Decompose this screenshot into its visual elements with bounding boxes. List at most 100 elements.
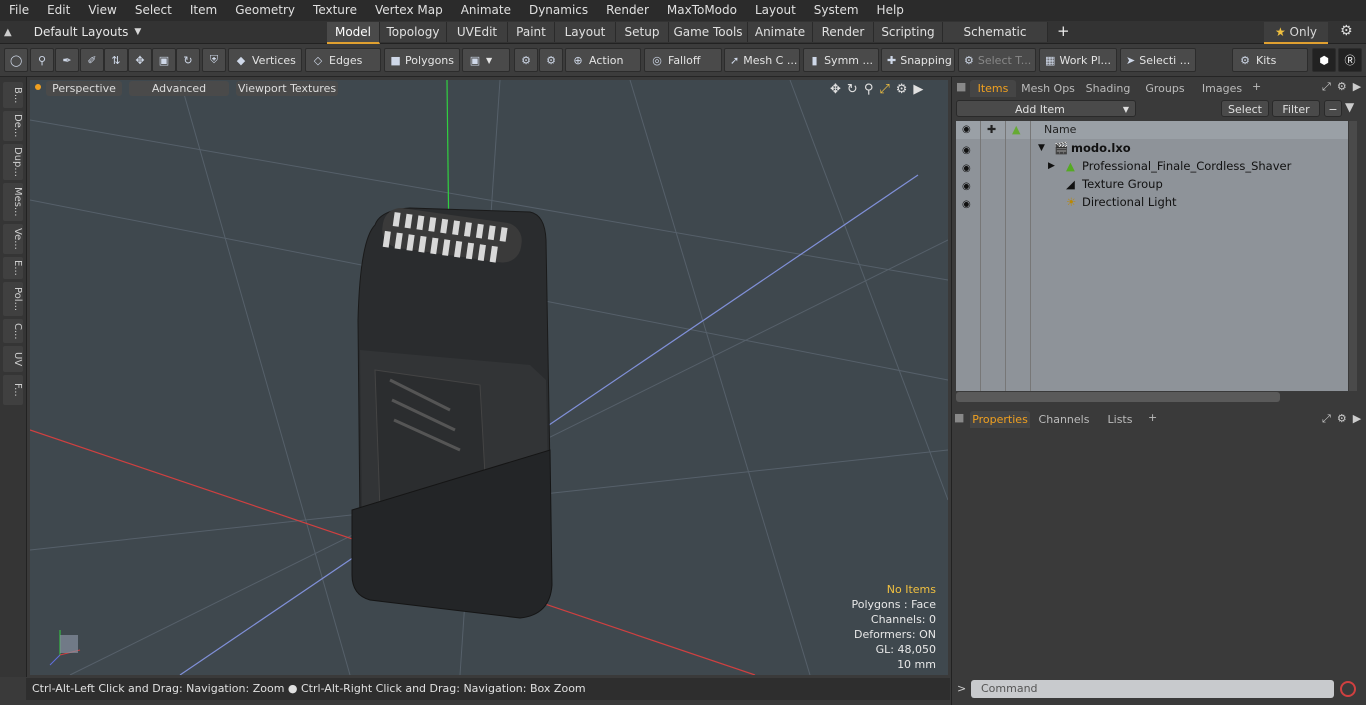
work-plane-button[interactable]: ▦ Work Pl...	[1039, 48, 1117, 72]
filter-button[interactable]: Filter	[1272, 100, 1320, 117]
left-tab-curve[interactable]: C...	[3, 319, 23, 343]
item-mode-button[interactable]: ▣ ▼	[462, 48, 510, 72]
tab-setup[interactable]: Setup	[616, 22, 669, 42]
element-icon[interactable]: ⚙	[539, 48, 563, 72]
viewport-expand-icon[interactable]: ▶	[913, 82, 923, 97]
shaver-model[interactable]	[351, 206, 553, 619]
symmetry-button[interactable]: ▮ Symm ...	[803, 48, 879, 72]
left-tab-polygon[interactable]: Pol...	[3, 282, 23, 316]
add-panel-tab-icon[interactable]: +	[1252, 80, 1261, 97]
falloff-button[interactable]: ◎ Falloff	[644, 48, 722, 72]
tab-model[interactable]: Model	[327, 22, 380, 44]
select-through-button[interactable]: ⚙ Select T...	[958, 48, 1036, 72]
items-vertical-scrollbar[interactable]	[1349, 121, 1357, 391]
menu-dynamics[interactable]: Dynamics	[520, 0, 597, 21]
menu-animate[interactable]: Animate	[452, 0, 520, 21]
tab-scripting[interactable]: Scripting	[874, 22, 943, 42]
menu-maxtomodo[interactable]: MaxToModo	[658, 0, 746, 21]
list-item[interactable]: ◉ ☀ Directional Light	[956, 193, 1348, 211]
3d-viewport[interactable]	[30, 80, 948, 675]
action-center-button[interactable]: ⊕ Action	[565, 48, 641, 72]
modo-cube-icon[interactable]: ⬢	[1312, 48, 1336, 72]
settings-gear-icon[interactable]: ⚙	[1340, 23, 1353, 39]
visibility-eye-icon[interactable]: ◉	[962, 142, 974, 156]
menu-texture[interactable]: Texture	[304, 0, 366, 21]
menu-layout[interactable]: Layout	[746, 0, 805, 21]
kits-button[interactable]: ⚙ Kits	[1232, 48, 1308, 72]
left-tab-vertex[interactable]: Ve...	[3, 224, 23, 254]
tab-images[interactable]: Images	[1194, 80, 1250, 97]
circle-select-icon[interactable]: ◯	[4, 48, 28, 72]
zoom-icon[interactable]: ⚲	[864, 82, 874, 97]
tab-animate[interactable]: Animate	[748, 22, 813, 42]
menu-select[interactable]: Select	[126, 0, 181, 21]
record-icon[interactable]	[1340, 681, 1356, 697]
collapse-arrow-icon[interactable]: ▼	[1038, 139, 1045, 157]
menu-edit[interactable]: Edit	[38, 0, 79, 21]
tab-schematic-fusion[interactable]: Schematic Fusion	[943, 22, 1048, 59]
tab-properties[interactable]: Properties	[970, 411, 1030, 428]
square-icon[interactable]: ▣	[152, 48, 176, 72]
add-panel-tab-icon[interactable]: +	[1148, 411, 1157, 428]
advanced-button[interactable]: Advanced	[129, 81, 229, 96]
pan-icon[interactable]: ✥	[830, 82, 841, 97]
tab-shading[interactable]: Shading	[1080, 80, 1136, 97]
selection-sets-button[interactable]: ➤ Selecti ...	[1120, 48, 1196, 72]
left-tab-basic[interactable]: B...	[3, 82, 23, 108]
expand-icon[interactable]: ⤢	[1322, 80, 1331, 94]
snapping-button[interactable]: ✚ Snapping	[881, 48, 955, 72]
add-tab-button[interactable]: +	[1057, 22, 1070, 40]
command-input[interactable]: Command	[971, 680, 1334, 698]
left-tab-mesh-edit[interactable]: Mes...	[3, 183, 23, 221]
tab-topology[interactable]: Topology	[380, 22, 447, 42]
tab-paint[interactable]: Paint	[508, 22, 555, 42]
only-toggle[interactable]: ★ Only	[1264, 22, 1328, 44]
menu-system[interactable]: System	[805, 0, 868, 21]
viewport-textures-button[interactable]: Viewport Textures	[236, 81, 338, 96]
menu-item[interactable]: Item	[181, 0, 226, 21]
perspective-button[interactable]: Perspective	[46, 81, 122, 96]
shield-icon[interactable]: ⛨	[202, 48, 226, 72]
panel-menu-icon[interactable]: ▶	[1353, 412, 1361, 426]
vertices-button[interactable]: ◆ Vertices	[228, 48, 302, 72]
tab-mesh-ops[interactable]: Mesh Ops	[1018, 80, 1078, 97]
orbit-icon[interactable]: ↻	[847, 82, 858, 97]
polygons-button[interactable]: ■ Polygons	[384, 48, 460, 72]
move-icon[interactable]: ✥	[128, 48, 152, 72]
menu-geometry[interactable]: Geometry	[226, 0, 304, 21]
pen-icon[interactable]: ✒	[55, 48, 79, 72]
tab-lists[interactable]: Lists	[1098, 411, 1142, 428]
rotate-icon[interactable]: ↻	[176, 48, 200, 72]
tab-uvedit[interactable]: UVEdit	[447, 22, 508, 42]
visibility-eye-icon[interactable]: ◉	[962, 196, 974, 210]
tab-render[interactable]: Render	[813, 22, 874, 42]
viewport-gear-icon[interactable]: ⚙	[896, 82, 908, 97]
list-item[interactable]: ◉ ▶ ▲ Professional_Finale_Cordless_Shave…	[956, 157, 1348, 175]
edges-button[interactable]: ◇ Edges	[305, 48, 381, 72]
fit-icon[interactable]: ⤢	[879, 82, 889, 97]
items-horizontal-scrollbar[interactable]	[956, 392, 1280, 402]
select-button[interactable]: Select	[1221, 100, 1269, 117]
menu-help[interactable]: Help	[868, 0, 913, 21]
viewport-options-dot[interactable]	[35, 84, 41, 90]
menu-vertex-map[interactable]: Vertex Map	[366, 0, 452, 21]
tab-groups[interactable]: Groups	[1138, 80, 1192, 97]
visibility-eye-icon[interactable]: ◉	[962, 160, 974, 174]
panel-gear-icon[interactable]: ⚙	[1337, 80, 1347, 94]
mesh-constraint-button[interactable]: ➚ Mesh C ...	[724, 48, 800, 72]
expand-icon[interactable]: ⤢	[1322, 412, 1331, 426]
tab-game-tools[interactable]: Game Tools	[669, 22, 748, 42]
visibility-eye-icon[interactable]: ◉	[962, 178, 974, 192]
expand-arrow-icon[interactable]: ▶	[1048, 157, 1055, 175]
left-tab-duplicate[interactable]: Dup...	[3, 144, 23, 180]
tab-layout[interactable]: Layout	[555, 22, 616, 42]
collapse-icon[interactable]: −	[1324, 100, 1342, 117]
funnel-icon[interactable]: ▼	[1345, 100, 1354, 114]
tab-channels[interactable]: Channels	[1036, 411, 1092, 428]
brush-icon[interactable]: ✐	[80, 48, 104, 72]
transform-icon[interactable]: ⇅	[104, 48, 128, 72]
globe-icon[interactable]: ⚲	[30, 48, 54, 72]
panel-menu-icon[interactable]: ▶	[1353, 80, 1361, 94]
tab-items[interactable]: Items	[970, 80, 1016, 97]
menu-render[interactable]: Render	[597, 0, 658, 21]
